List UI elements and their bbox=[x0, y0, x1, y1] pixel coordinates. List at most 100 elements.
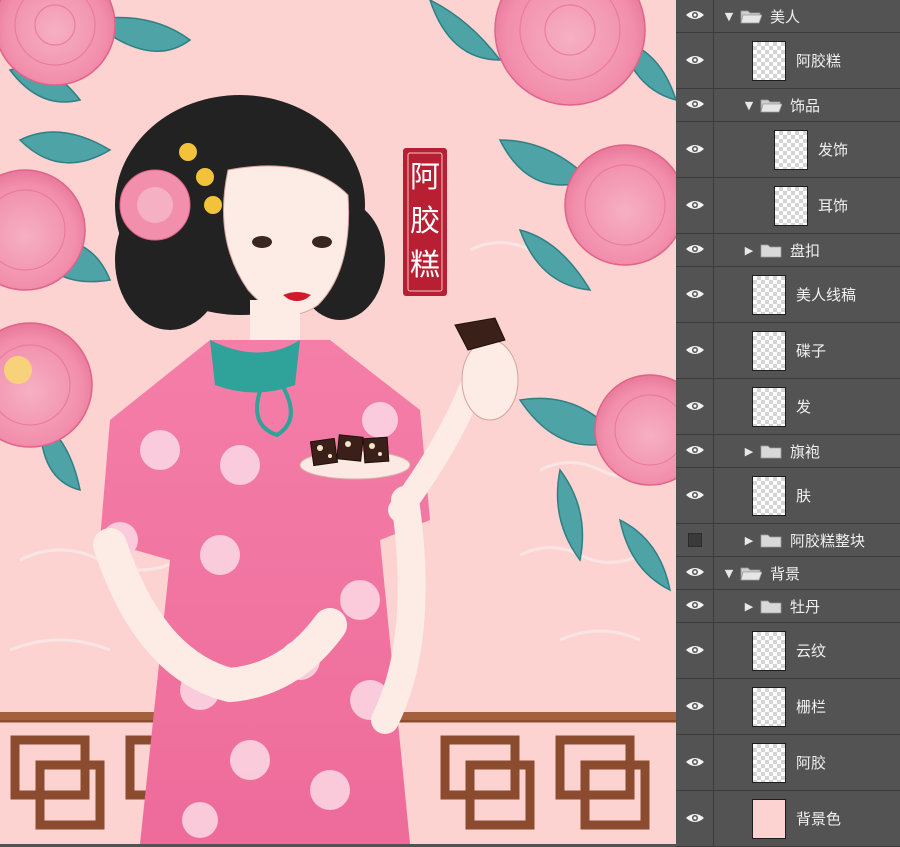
layers-panel: ▼ 美人阿胶糕 ▼ 饰品发饰耳饰 ▶ 盘扣美人线稿碟子发 ▶ 旗袍肤 ▶ 阿胶糕整块 ▼ 背景 ▶ 牡丹云… bbox=[676, 0, 900, 847]
layer-name: 背景 bbox=[770, 564, 801, 583]
collapse-right-icon[interactable]: ▶ bbox=[742, 534, 756, 547]
eye-icon bbox=[685, 241, 705, 259]
eye-icon bbox=[685, 197, 705, 215]
layer-row[interactable]: 发饰 bbox=[676, 122, 900, 178]
folder-icon bbox=[760, 599, 782, 614]
layer-row[interactable]: 背景色 bbox=[676, 791, 900, 847]
layer-name: 阿胶糕 bbox=[796, 52, 842, 70]
visibility-toggle[interactable] bbox=[676, 435, 714, 467]
visibility-toggle[interactable] bbox=[676, 234, 714, 266]
layer-name: 饰品 bbox=[790, 96, 821, 115]
layer-thumbnail bbox=[774, 129, 808, 170]
collapse-right-icon[interactable]: ▶ bbox=[742, 445, 756, 458]
layer-row[interactable]: 阿胶糕 bbox=[676, 33, 900, 89]
visibility-toggle[interactable] bbox=[676, 791, 714, 846]
layer-row[interactable]: 美人线稿 bbox=[676, 267, 900, 323]
layer-group-row[interactable]: ▼ 饰品 bbox=[676, 89, 900, 122]
eye-icon bbox=[685, 442, 705, 460]
layer-thumbnail bbox=[752, 330, 786, 371]
layer-name: 美人 bbox=[770, 7, 801, 26]
layer-row[interactable]: 栅栏 bbox=[676, 679, 900, 735]
badge-text: 阿 胶 糕 bbox=[403, 156, 447, 288]
layer-row[interactable]: 云纹 bbox=[676, 623, 900, 679]
layer-name: 阿胶 bbox=[796, 754, 827, 772]
layer-thumbnail bbox=[752, 386, 786, 427]
layer-name: 云纹 bbox=[796, 642, 827, 660]
layer-group-row[interactable]: ▼ 背景 bbox=[676, 557, 900, 590]
folder-icon bbox=[740, 9, 763, 24]
visibility-toggle[interactable] bbox=[676, 590, 714, 622]
eye-icon bbox=[685, 564, 705, 582]
layer-thumbnail bbox=[752, 686, 786, 727]
layer-thumbnail bbox=[752, 630, 786, 671]
layer-name: 肤 bbox=[796, 487, 812, 505]
folder-icon bbox=[740, 566, 763, 581]
visibility-toggle[interactable] bbox=[676, 679, 714, 734]
layer-row[interactable]: 耳饰 bbox=[676, 178, 900, 234]
eye-icon bbox=[685, 810, 705, 828]
folder-icon bbox=[760, 533, 782, 548]
visibility-toggle[interactable] bbox=[676, 89, 714, 121]
layer-group-row[interactable]: ▶ 阿胶糕整块 bbox=[676, 524, 900, 557]
visibility-toggle[interactable] bbox=[676, 122, 714, 177]
eye-icon bbox=[685, 698, 705, 716]
photoshop-window: 阿 胶 糕 ▼ 美人 阿胶糕 ▼ 饰品 发饰 耳饰 ▶ 盘扣 美人线稿 碟子发 ▶ 旗袍肤 ▶ 阿胶糕整块 ▼… bbox=[0, 0, 900, 847]
folder-icon bbox=[760, 243, 782, 258]
badge-char: 糕 bbox=[410, 248, 440, 283]
visibility-toggle[interactable] bbox=[676, 623, 714, 678]
collapse-right-icon[interactable]: ▶ bbox=[742, 244, 756, 257]
layer-thumbnail bbox=[774, 185, 808, 226]
layer-name: 耳饰 bbox=[818, 197, 849, 215]
layer-thumbnail bbox=[752, 798, 786, 839]
folder-icon bbox=[760, 444, 782, 459]
layer-group-row[interactable]: ▼ 美人 bbox=[676, 0, 900, 33]
eye-icon bbox=[685, 141, 705, 159]
layer-group-row[interactable]: ▶ 牡丹 bbox=[676, 590, 900, 623]
visibility-toggle[interactable] bbox=[676, 33, 714, 88]
eye-icon bbox=[685, 754, 705, 772]
visibility-toggle[interactable] bbox=[676, 557, 714, 589]
layer-name: 盘扣 bbox=[790, 241, 821, 260]
document-canvas[interactable]: 阿 胶 糕 bbox=[0, 0, 676, 844]
layer-name: 牡丹 bbox=[790, 597, 821, 616]
layer-name: 发 bbox=[796, 398, 812, 416]
layer-name: 美人线稿 bbox=[796, 286, 857, 304]
visibility-toggle[interactable] bbox=[676, 524, 714, 556]
collapse-right-icon[interactable]: ▶ bbox=[742, 600, 756, 613]
badge-char: 胶 bbox=[410, 204, 440, 239]
eye-icon bbox=[685, 398, 705, 416]
layer-row[interactable]: 肤 bbox=[676, 468, 900, 524]
visibility-toggle[interactable] bbox=[676, 379, 714, 434]
visibility-toggle[interactable] bbox=[676, 267, 714, 322]
eye-icon bbox=[685, 487, 705, 505]
visibility-toggle[interactable] bbox=[676, 323, 714, 378]
layer-name: 栅栏 bbox=[796, 698, 827, 716]
hidden-layer-box bbox=[687, 533, 702, 547]
eye-icon bbox=[685, 642, 705, 660]
layer-name: 碟子 bbox=[796, 342, 827, 360]
visibility-toggle[interactable] bbox=[676, 468, 714, 523]
visibility-toggle[interactable] bbox=[676, 178, 714, 233]
layer-thumbnail bbox=[752, 274, 786, 315]
eye-icon bbox=[685, 286, 705, 304]
expand-down-icon[interactable]: ▼ bbox=[722, 567, 736, 580]
layer-row[interactable]: 碟子 bbox=[676, 323, 900, 379]
layer-group-row[interactable]: ▶ 盘扣 bbox=[676, 234, 900, 267]
layer-name: 发饰 bbox=[818, 141, 849, 159]
visibility-toggle[interactable] bbox=[676, 0, 714, 32]
expand-down-icon[interactable]: ▼ bbox=[742, 99, 756, 112]
layer-name: 背景色 bbox=[796, 810, 842, 828]
layer-row[interactable]: 阿胶 bbox=[676, 735, 900, 791]
eye-icon bbox=[685, 597, 705, 615]
eye-icon bbox=[685, 7, 705, 25]
layer-thumbnail bbox=[752, 40, 786, 81]
badge-char: 阿 bbox=[410, 160, 440, 195]
layer-group-row[interactable]: ▶ 旗袍 bbox=[676, 435, 900, 468]
eye-icon bbox=[685, 52, 705, 70]
eye-icon bbox=[685, 96, 705, 114]
layer-row[interactable]: 发 bbox=[676, 379, 900, 435]
layer-name: 阿胶糕整块 bbox=[790, 531, 866, 550]
artwork-illustration bbox=[0, 0, 676, 844]
visibility-toggle[interactable] bbox=[676, 735, 714, 790]
expand-down-icon[interactable]: ▼ bbox=[722, 10, 736, 23]
